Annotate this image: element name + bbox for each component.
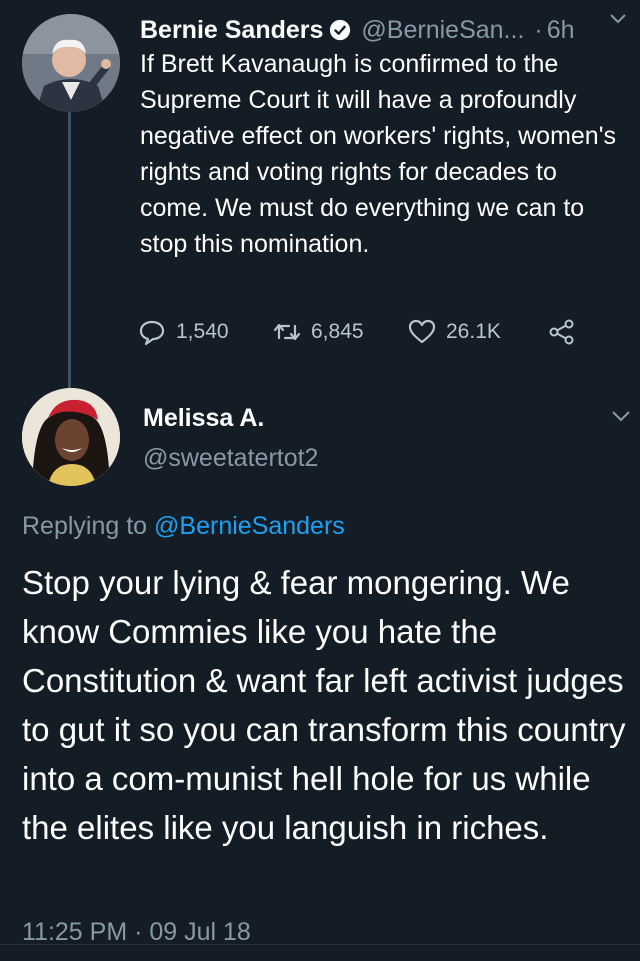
reply-author-name[interactable]: Melissa A. [143,404,264,433]
replying-to-prefix: Replying to [22,512,148,540]
thread-connector-line [68,108,71,388]
reply-icon [139,320,165,346]
retweet-button[interactable]: 6,845 [273,318,408,346]
retweet-count: 6,845 [311,320,364,343]
share-icon [549,319,574,345]
reply-timestamp[interactable]: 11:25 PM · 09 Jul 18 [22,918,251,947]
tweet-text: If Brett Kavanaugh is confirmed to the S… [140,50,616,258]
reply-button[interactable]: 1,540 [138,318,273,346]
retweet-icon [273,323,301,341]
chevron-down-icon[interactable] [608,8,628,28]
reply-tweet-text: Stop your lying & fear mongering. We kno… [22,564,626,846]
author-name[interactable]: Bernie Sanders [140,16,323,45]
share-button[interactable] [548,318,586,346]
like-button[interactable]: 26.1K [408,318,548,346]
chevron-down-icon[interactable] [610,404,632,426]
avatar-melissa-a[interactable] [22,388,120,486]
author-handle[interactable]: @BernieSan... [361,16,524,45]
tweet-time[interactable]: 6h [547,16,575,45]
bottom-divider [0,944,640,961]
avatar-bernie-sanders[interactable] [22,14,120,112]
verified-badge-icon [330,19,351,41]
tweet-actions: 1,540 6,845 26.1K [138,312,618,352]
replying-to-mention[interactable]: @BernieSanders [154,512,345,540]
heart-icon [408,319,436,344]
reply-author-handle[interactable]: @sweetatertot2 [143,444,318,473]
like-count: 26.1K [446,320,501,343]
tweet-header: Bernie Sanders @BernieSan... · 6h [140,12,630,48]
separator-dot: · [534,15,543,44]
reply-count: 1,540 [176,320,229,343]
replying-to-line: Replying to @BernieSanders [22,512,345,541]
